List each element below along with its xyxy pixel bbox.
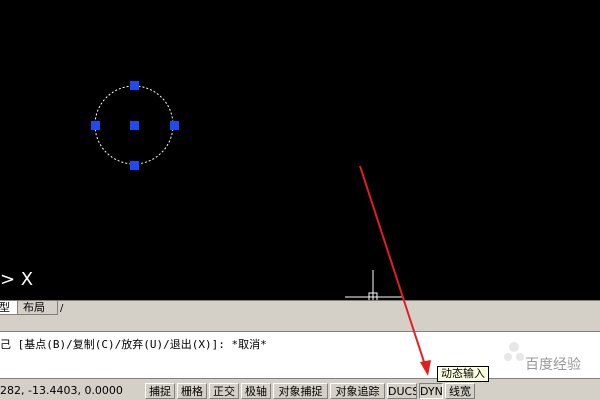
grid-toggle[interactable]: 栅格 xyxy=(177,383,207,399)
otrack-toggle[interactable]: 对象追踪 xyxy=(330,383,385,399)
grip-right[interactable] xyxy=(170,121,179,130)
ortho-toggle[interactable]: 正交 xyxy=(209,383,239,399)
grip-top[interactable] xyxy=(130,81,139,90)
lineweight-toggle[interactable]: 线宽 xyxy=(445,383,475,399)
command-line-text: 己 [基点(B)/复制(C)/放弃(U)/退出(X)]: *取消* xyxy=(0,338,267,351)
drawing-canvas[interactable]: > X xyxy=(0,0,600,300)
layout-tab-bar: 型 布局 / xyxy=(0,300,600,317)
tab-layout[interactable]: 布局 xyxy=(18,301,58,315)
coordinate-readout[interactable]: 282, -13.4403, 0.0000 xyxy=(0,384,140,398)
snap-toggle[interactable]: 捕捉 xyxy=(145,383,175,399)
osnap-toggle[interactable]: 对象捕捉 xyxy=(273,383,328,399)
dyn-toggle[interactable]: DYN xyxy=(419,383,443,399)
ducs-toggle[interactable]: DUCS xyxy=(387,383,417,399)
watermark-text: 百度经验 xyxy=(525,357,581,373)
grip-center[interactable] xyxy=(130,121,139,130)
grip-left[interactable] xyxy=(91,121,100,130)
drawing-svg xyxy=(91,81,403,300)
tab-scroll-icon[interactable]: / xyxy=(60,304,70,314)
ucs-icon: > X xyxy=(0,269,34,290)
grip-bottom[interactable] xyxy=(130,161,139,170)
separator-strip xyxy=(0,317,600,331)
dyn-tooltip: 动态输入 xyxy=(437,366,489,382)
crosshair-cursor xyxy=(345,270,403,300)
tab-model[interactable]: 型 xyxy=(0,301,18,315)
polar-toggle[interactable]: 极轴 xyxy=(241,383,271,399)
status-bar: 282, -13.4403, 0.0000 捕捉 栅格 正交 极轴 对象捕捉 对… xyxy=(0,381,600,400)
